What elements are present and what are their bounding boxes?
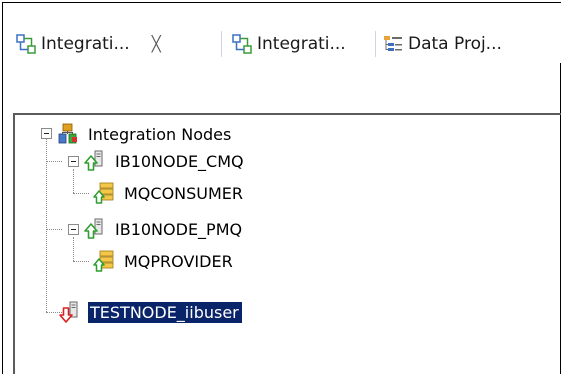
integration-explorer-icon [16,34,36,54]
node-stopped-icon [59,301,78,323]
tab-label: Integrati... [41,34,130,54]
collapse-toggle[interactable] [41,128,52,139]
tab-integration-explorer-2[interactable]: Integrati... [231,27,346,61]
tree-item-server[interactable]: MQPROVIDER [93,248,236,274]
node-running-icon [84,218,103,239]
data-project-icon [384,36,402,51]
integration-server-icon [93,250,114,272]
tree-connector [46,161,62,162]
collapse-toggle[interactable] [68,156,79,167]
tree-item-server[interactable]: MQCONSUMER [93,180,246,206]
tab-strip: Integrati... ╳ Integrati... Data Proj... [3,3,561,63]
tree-connector [46,229,62,230]
tree-item-label: Integration Nodes [88,124,232,144]
tree-item-node[interactable]: IB10NODE_CMQ [84,148,247,174]
tab-data-project[interactable]: Data Proj... [382,27,502,61]
tree-connector [73,237,74,261]
integration-nodes-folder-icon [58,123,77,144]
node-running-icon [84,150,103,171]
tab-label: Data Proj... [408,34,502,54]
tree-connector [73,261,89,262]
tree-item-label: IB10NODE_PMQ [115,219,243,239]
integration-explorer-icon [232,34,252,54]
close-icon[interactable]: ╳ [152,35,161,53]
tree-item-label: IB10NODE_CMQ [115,151,244,171]
tree-item-label: MQCONSUMER [124,183,244,203]
tab-divider [221,31,222,57]
collapse-toggle[interactable] [68,224,79,235]
tree-item-label: TESTNODE_iibuser [88,301,242,323]
tab-divider [375,31,376,57]
tree-connector [73,169,74,193]
tree-item-label: MQPROVIDER [124,251,233,271]
tree-item-node[interactable]: IB10NODE_PMQ [84,216,245,242]
tree-item-integration-nodes[interactable]: Integration Nodes [57,121,234,147]
tab-integration-explorer-1[interactable]: Integrati... ╳ [15,27,161,61]
integration-nodes-tree: Integration Nodes IB10NODE_CMQ MQCONSUME… [13,113,561,374]
tree-connector [46,137,47,312]
integration-server-icon [93,182,114,204]
tree-item-node-selected[interactable]: TESTNODE_iibuser [59,299,242,325]
tab-label: Integrati... [257,34,346,54]
tree-connector [73,193,89,194]
